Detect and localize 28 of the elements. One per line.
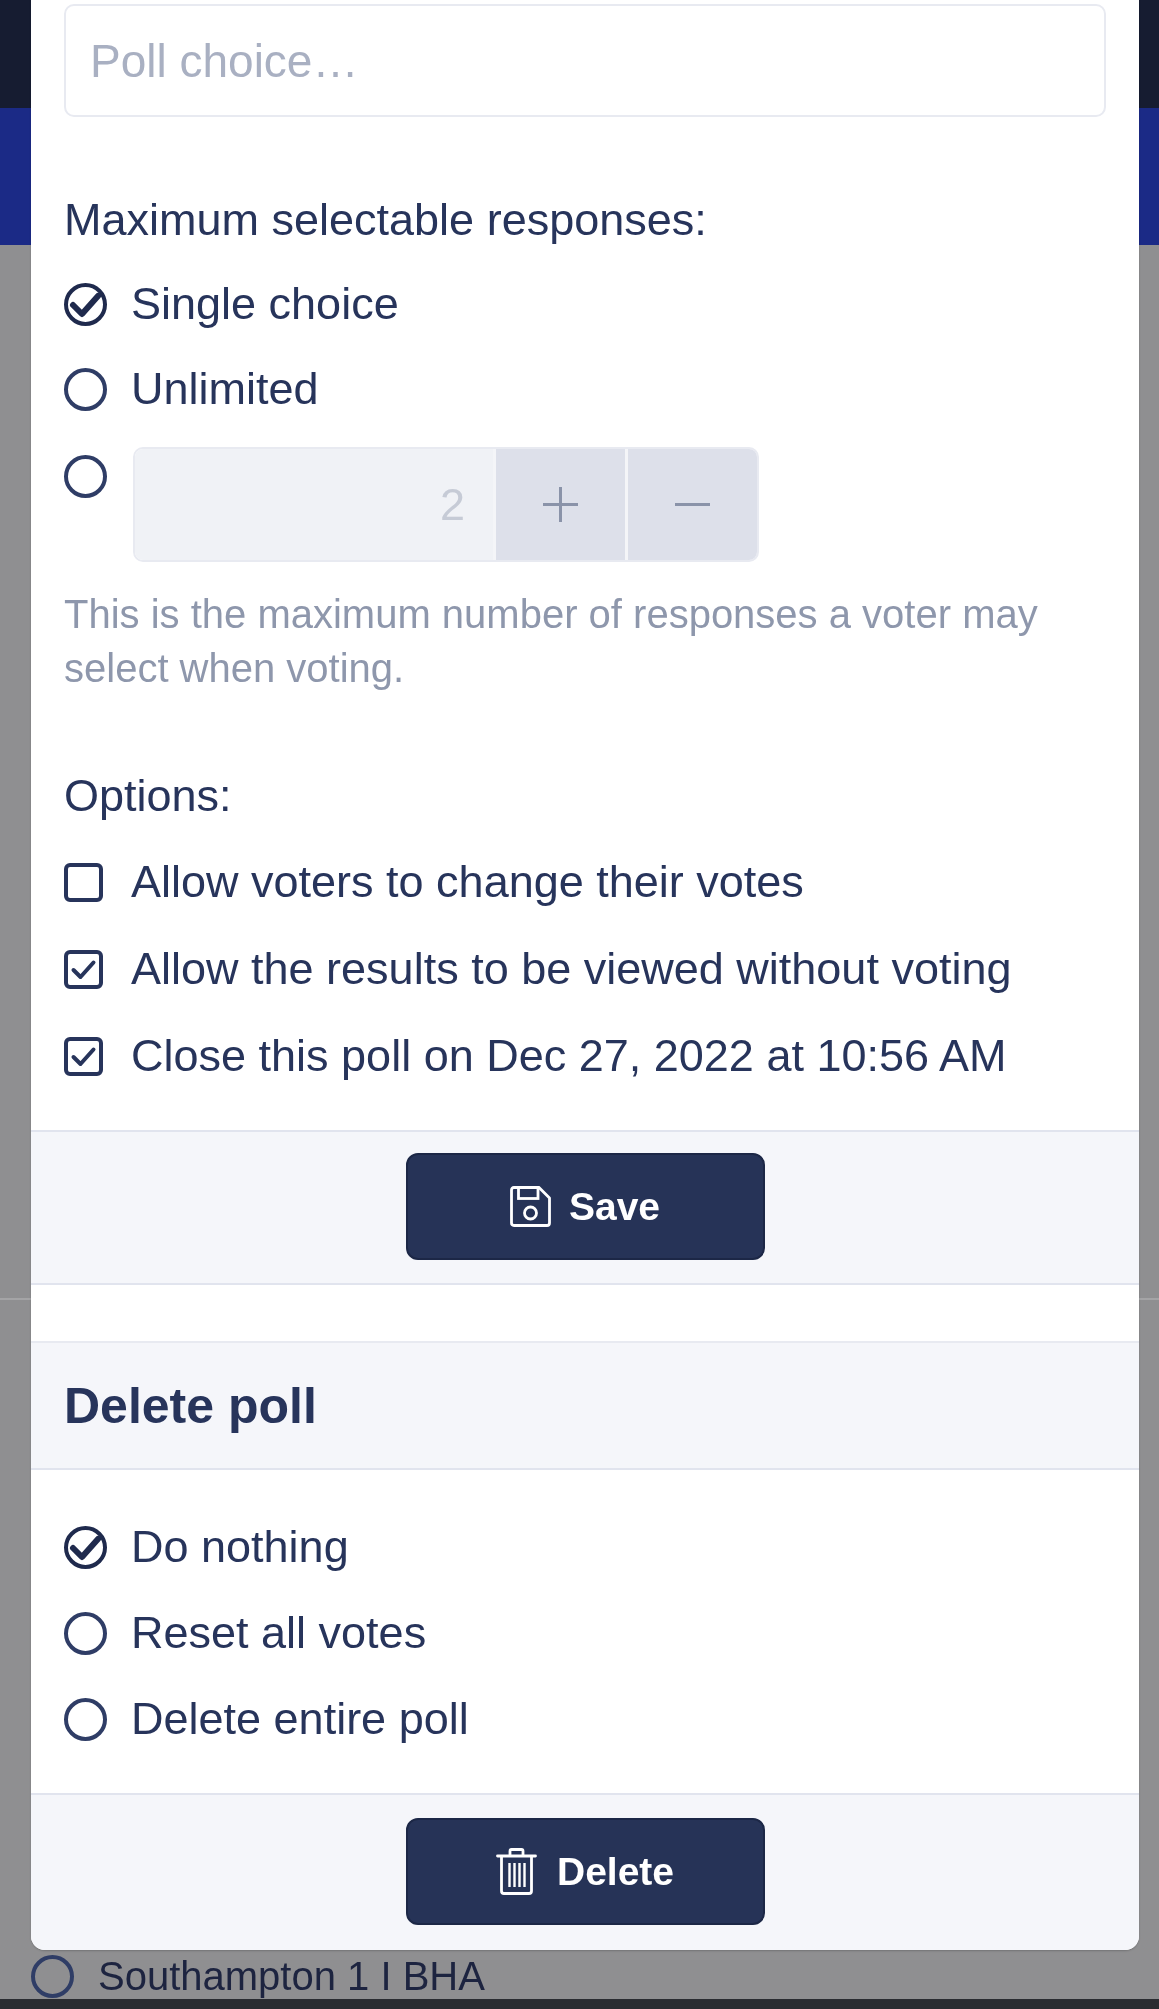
radio-checked-icon[interactable]	[64, 282, 107, 326]
checkbox-option[interactable]: Allow voters to change their votes	[64, 855, 804, 909]
radio-checked-icon[interactable]	[64, 1525, 107, 1569]
radio-option[interactable]: Do nothing	[64, 1520, 349, 1574]
field-label: Maximum selectable responses:	[64, 193, 708, 247]
radio-icon[interactable]	[64, 1611, 107, 1655]
field-label: Options:	[64, 769, 233, 823]
checkbox-icon[interactable]	[64, 862, 103, 902]
checkbox-option[interactable]: Allow the results to be viewed without voting	[64, 942, 1012, 996]
trash-icon	[495, 1848, 537, 1895]
save-icon	[509, 1186, 551, 1227]
checkbox-checked-icon[interactable]	[64, 1036, 103, 1076]
radio-option[interactable]: Delete entire poll	[64, 1692, 469, 1746]
save-button[interactable]: Save	[405, 1153, 765, 1260]
radio-option[interactable]: Single choice	[64, 277, 399, 331]
checkbox-checked-icon[interactable]	[64, 949, 103, 989]
radio-option[interactable]: Reset all votes	[64, 1606, 427, 1660]
option-text: Southampton 1 I BHA	[98, 1954, 485, 1999]
radio-icon[interactable]	[64, 367, 107, 411]
delete-button[interactable]: Delete	[405, 1818, 765, 1925]
poll-choice-field[interactable]: Poll choice…	[64, 4, 1106, 117]
plus-icon	[543, 487, 578, 522]
radio-option[interactable]: Unlimited	[64, 362, 319, 416]
section-title: Delete poll	[64, 1376, 317, 1435]
checkbox-option[interactable]: Close this poll on Dec 27, 2022 at 10:56 AM	[64, 1029, 1007, 1083]
help-text: This is the maximum number of responses a voter may select when voting.	[64, 591, 1039, 692]
minus-icon	[675, 503, 710, 506]
radio-icon[interactable]	[64, 1697, 107, 1741]
